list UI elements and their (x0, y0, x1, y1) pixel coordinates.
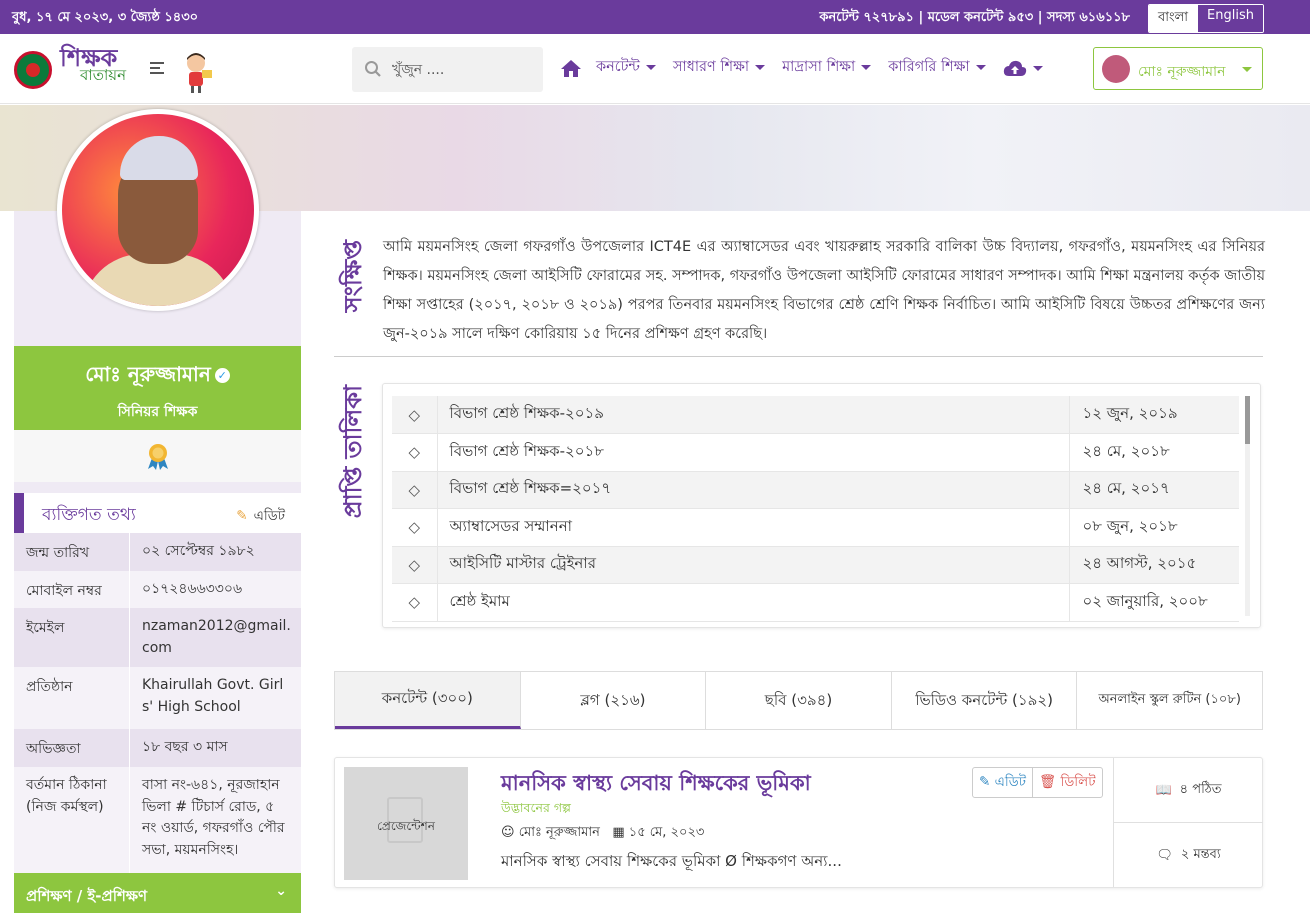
content-title[interactable]: মানসিক স্বাস্থ্য সেবায় শিক্ষকের ভূমিকা (501, 767, 811, 802)
search-icon (365, 61, 381, 77)
mascot-icon[interactable] (178, 50, 214, 94)
training-accordion[interactable]: প্রশিক্ষণ / ই-প্রশিক্ষণ ⌄ (14, 873, 301, 913)
info-row-institution: প্রতিষ্ঠান Khairullah Govt. Girls' High … (14, 667, 301, 729)
info-row-mobile: মোবাইল নম্বর ০১৭২৪৬৬৩৩০৬ (14, 571, 301, 608)
lang-bangla-button[interactable]: বাংলা (1148, 5, 1198, 32)
tab-online-school-routine[interactable]: অনলাইন স্কুল রুটিন (১০৮) (1077, 672, 1262, 729)
info-row-birthdate: জন্ম তারিখ ০২ সেপ্টেম্বর ১৯৮২ (14, 533, 301, 571)
info-row-address: বর্তমান ঠিকানা (নিজ কর্মস্থল) বাসা নং-৬৪… (14, 767, 301, 873)
chevron-down-icon (1032, 65, 1043, 71)
menu-content[interactable]: কনটেন্ট (596, 56, 656, 80)
home-icon[interactable] (560, 59, 582, 78)
profile-photo (57, 109, 259, 311)
content-thumbnail[interactable]: প্রেজেন্টেশন (344, 767, 468, 880)
menu-toggle-icon[interactable] (150, 62, 164, 77)
user-avatar (1102, 55, 1130, 83)
language-switcher: বাংলা English (1147, 4, 1264, 33)
chevron-down-icon (975, 64, 986, 70)
diamond-icon: ◇ (392, 583, 438, 622)
comment-icon: 🗨 (1156, 847, 1173, 863)
menu-technical-education[interactable]: কারিগরি শিক্ষা (888, 56, 986, 80)
personal-info-header: ব্যক্তিগত তথ্য ✎ এডিট (14, 493, 301, 533)
achievements-table: ◇ বিভাগ শ্রেষ্ঠ শিক্ষক-২০১৯ ১২ জুন, ২০১৯ ◇… (392, 396, 1239, 622)
menu-madrasa-education[interactable]: মাদ্রাসা শিক্ষা (782, 56, 872, 80)
diamond-icon: ◇ (392, 396, 438, 434)
table-row: ◇ শ্রেষ্ঠ ইমাম ০২ জানুয়ারি, ২০০৮ (392, 583, 1239, 622)
content-date: ১৫ মে, ২০২৩ (628, 825, 705, 840)
profile-name: মোঃ নূরুজ্জামান ✓ (14, 360, 301, 393)
delete-content-button[interactable]: 🗑 ডিলিট (1033, 768, 1102, 797)
info-row-email: ইমেইল nzaman2012@gmail.com (14, 608, 301, 667)
achievements-panel: ◇ বিভাগ শ্রেষ্ঠ শিক্ষক-২০১৯ ১২ জুন, ২০১৯ ◇… (382, 383, 1261, 628)
about-text: আমি ময়মনসিংহ জেলা গফরগাঁও উপজেলার ICT4E… (383, 239, 1265, 342)
about-vertical-label: সংক্ষিপ্ত (339, 240, 367, 313)
site-logo[interactable]: শিক্ষক বাতায়ন (60, 46, 126, 83)
chevron-down-icon (645, 64, 656, 70)
lang-english-button[interactable]: English (1197, 5, 1263, 32)
profile-rank: সিনিয়র শিক্ষক (117, 404, 198, 420)
badge-row (14, 430, 301, 482)
diamond-icon: ◇ (392, 433, 438, 472)
profile-name-box: মোঃ নূরুজ্জামান ✓ সিনিয়র শিক্ষক (14, 346, 301, 430)
main-menu: কনটেন্ট সাধারণ শিক্ষা মাদ্রাসা শিক্ষা কা… (560, 56, 1060, 80)
calendar-icon: ▦ (612, 825, 625, 840)
menu-general-education[interactable]: সাধারণ শিক্ষা (673, 56, 766, 80)
thumbnail-label: প্রেজেন্টেশন (377, 819, 435, 833)
site-stats: কনটেন্ট ৭২৭৮৯১ | মডেল কনটেন্ট ৯৫৩ | সদস্… (819, 10, 1130, 25)
pencil-icon: ✎ (236, 508, 248, 524)
comment-count[interactable]: 🗨 ২ মন্তব্য (1114, 823, 1263, 887)
cloud-upload-icon (1003, 60, 1026, 76)
content-author[interactable]: মোঃ নূরুজ্জামান (519, 825, 600, 840)
book-icon: 📖 (1155, 782, 1172, 798)
content-card: প্রেজেন্টেশন মানসিক স্বাস্থ্য সেবায় শিক… (334, 757, 1263, 888)
user-name-label: মোঃ নূরুজ্জামান (1138, 64, 1226, 80)
chevron-down-icon (755, 64, 766, 70)
tab-photos[interactable]: ছবি (৩৯৪) (706, 672, 892, 729)
chevron-down-icon (861, 64, 872, 70)
table-row: ◇ অ্যাম্বাসেডর সম্মাননা ০৮ জুন, ২০১৮ (392, 508, 1239, 547)
tab-content[interactable]: কনটেন্ট (৩০০) (335, 672, 521, 729)
table-row: ◇ বিভাগ শ্রেষ্ঠ শিক্ষক-২০১৯ ১২ জুন, ২০১৯ (392, 396, 1239, 434)
verified-icon: ✓ (214, 368, 230, 383)
user-menu-button[interactable]: মোঃ নূরুজ্জামান (1093, 47, 1263, 90)
search-input[interactable] (392, 59, 532, 81)
govt-emblem-logo[interactable] (14, 51, 52, 89)
top-info-bar: বুধ, ১৭ মে ২০২৩, ৩ জ্যৈষ্ঠ ১৪৩০ কনটেন্ট … (0, 0, 1310, 34)
table-row: ◇ বিভাগ শ্রেষ্ঠ শিক্ষক=২০১৭ ২৪ মে, ২০১৭ (392, 471, 1239, 509)
content-actions: ✎ এডিট 🗑 ডিলিট (972, 767, 1103, 798)
content-stats: 📖 ৪ পঠিত 🗨 ২ মন্তব্য (1113, 758, 1263, 887)
diamond-icon: ◇ (392, 471, 438, 509)
medal-icon (148, 444, 168, 470)
table-row: ◇ বিভাগ শ্রেষ্ঠ শিক্ষক-২০১৮ ২৪ মে, ২০১৮ (392, 433, 1239, 472)
content-category[interactable]: উদ্ভাবনের গল্প (501, 800, 571, 820)
achievements-scrollbar[interactable] (1245, 396, 1250, 616)
logo-line2: বাতায়ন (80, 66, 127, 84)
diamond-icon: ◇ (392, 546, 438, 584)
tab-video-content[interactable]: ভিডিও কনটেন্ট (১৯২) (892, 672, 1078, 729)
edit-content-button[interactable]: ✎ এডিট (973, 768, 1034, 797)
chevron-down-icon (1242, 67, 1252, 72)
content-meta: ☺ মোঃ নূরুজ্জামান ▦ ১৫ মে, ২০২৩ (501, 823, 704, 844)
training-label: প্রশিক্ষণ / ই-প্রশিক্ষণ (26, 887, 148, 905)
content-description: মানসিক স্বাস্থ্য সেবায় শিক্ষকের ভূমিকা … (501, 852, 842, 870)
diamond-icon: ◇ (392, 508, 438, 547)
chevron-down-icon: ⌄ (275, 883, 287, 899)
content-tabs: কনটেন্ট (৩০০) ব্লগ (২১৬) ছবি (৩৯৪) ভিডিও… (334, 671, 1263, 730)
upload-menu[interactable] (1003, 60, 1043, 77)
search-box (352, 47, 543, 92)
main-navbar: শিক্ষক বাতায়ন কনটেন্ট সাধারণ শিক্ষা মাদ… (0, 34, 1310, 104)
achievements-vertical-label: প্রাপ্তি তালিকা (339, 385, 367, 519)
tab-blog[interactable]: ব্লগ (২১৬) (521, 672, 707, 729)
read-count: 📖 ৪ পঠিত (1114, 758, 1263, 823)
table-row: ◇ আইসিটি মাস্টার ট্রেইনার ২৪ আগস্ট, ২০১৫ (392, 546, 1239, 584)
info-row-experience: অভিজ্ঞতা ১৮ বছর ৩ মাস (14, 729, 301, 767)
edit-profile-button[interactable]: ✎ এডিট (236, 505, 285, 528)
user-icon: ☺ (501, 825, 515, 840)
divider (334, 356, 1263, 357)
current-date: বুধ, ১৭ মে ২০২৩, ৩ জ্যৈষ্ঠ ১৪৩০ (12, 10, 199, 25)
personal-info-title: ব্যক্তিগত তথ্য (42, 505, 136, 525)
